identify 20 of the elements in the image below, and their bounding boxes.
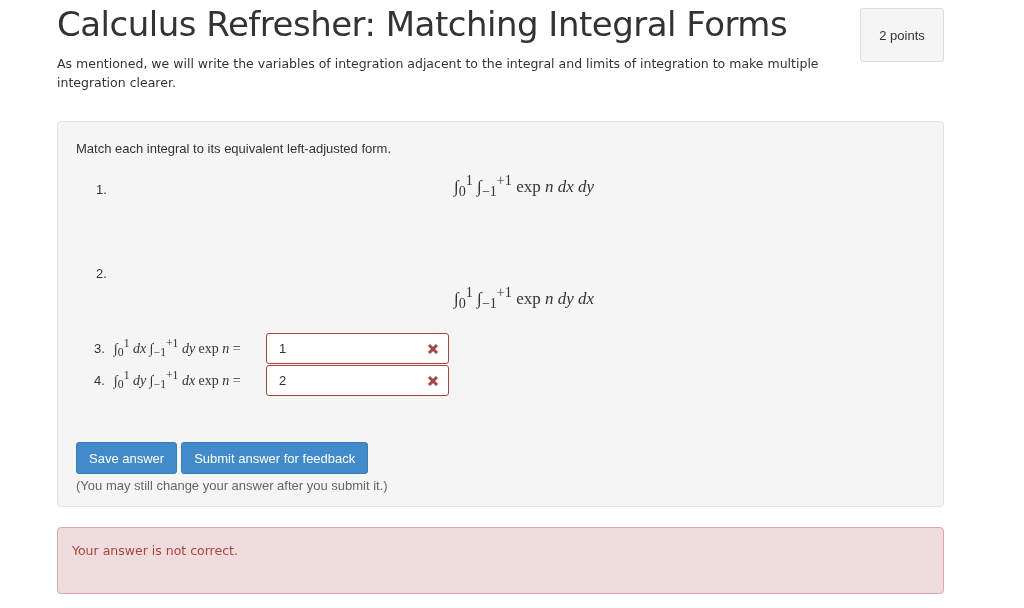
- submit-button[interactable]: Submit answer for feedback: [181, 442, 369, 474]
- integral-formula: ∫$_{0}$$^{1}$ ∫$_{−1}$$^{+1}$ exp n dx dy: [454, 172, 594, 201]
- integral-formula: ∫$_{0}$$^{1}$ ∫$_{−1}$$^{+1}$ exp n dy dx: [454, 284, 594, 313]
- intro-text: As mentioned, we will write the variables of integration adjacent to the integral and limits of integration to make multiple integration clearer.: [57, 55, 820, 92]
- item-number: 3.: [93, 340, 106, 356]
- integral-formula: ∫$_{0}$$^{1}$ dy ∫$_{−1}$$^{+1}$ dx exp n =: [114, 368, 242, 392]
- help-note: (You may still change your answer after you submit it.): [76, 478, 389, 493]
- answer-field[interactable]: 2: [266, 364, 449, 396]
- feedback-text: Your answer is not correct.: [72, 543, 238, 558]
- option-number: 1.: [95, 181, 108, 197]
- page-title: Calculus Refresher: Matching Integral Forms: [57, 4, 789, 44]
- cross-icon: [427, 374, 439, 387]
- item-number: 4.: [93, 372, 106, 388]
- points-badge: 2 points: [860, 8, 944, 62]
- answer-field[interactable]: 1: [266, 332, 449, 364]
- option-number: 2.: [95, 265, 108, 281]
- cross-icon: [427, 342, 439, 355]
- question-prompt: Match each integral to its equivalent left-adjusted form.: [76, 141, 393, 156]
- integral-formula: ∫$_{0}$$^{1}$ dx ∫$_{−1}$$^{+1}$ dy exp n =: [114, 336, 242, 360]
- save-button[interactable]: Save answer: [76, 442, 178, 474]
